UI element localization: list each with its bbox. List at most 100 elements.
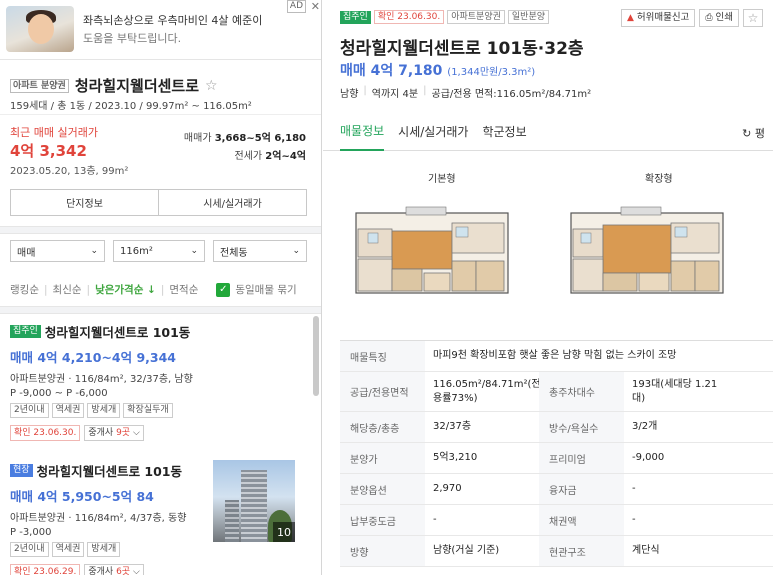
listing-chips: 2년이내 역세권 방세개: [10, 542, 210, 557]
listing-item[interactable]: 집주인 청라힐지웰더센트로 101동 매매 4억 4,210~4억 9,344 아…: [10, 321, 300, 441]
sale-price-label: 매매가: [183, 133, 212, 144]
table-row: 분양옵션 2,970 융자금 -: [340, 474, 773, 505]
ad-close-icon[interactable]: ✕: [311, 0, 320, 13]
feature-chip: 2년이내: [10, 542, 49, 557]
favorite-star-icon[interactable]: ☆: [205, 78, 218, 94]
tab-price[interactable]: 시세/실거래가: [398, 113, 468, 151]
complex-info-button[interactable]: 단지정보: [11, 190, 158, 215]
feature-chip: 역세권: [51, 403, 85, 418]
complex-type-badge: 아파트 분양권: [10, 78, 69, 93]
report-button[interactable]: ▲ 허위매물신고: [620, 9, 696, 27]
listing-premium: P -3,000: [10, 527, 52, 538]
confirm-date-badge: 확인 23.06.29.: [10, 564, 81, 575]
ad-thumbnail: [6, 6, 74, 52]
detail-actions: ▲ 허위매물신고 ⎙ 인쇄 ☆: [620, 9, 763, 27]
floorplan-extended-label: 확장형: [645, 174, 673, 185]
detail-tags: 집주인 확인 23.06.30. 아파트분양권 일반분양: [340, 10, 550, 24]
tab-school[interactable]: 학군정보: [482, 113, 526, 151]
floorplan-basic-label: 기본형: [428, 174, 456, 185]
complex-header: 아파트 분양권 청라힐지웰더센트로 ☆: [10, 75, 218, 96]
table-row: 공급/전용면적 116.05m²/84.71m²(전용률73%) 총주차대수 1…: [340, 372, 773, 412]
sort-latest[interactable]: 최신순: [53, 282, 82, 297]
complex-button-row: 단지정보 시세/실거래가: [10, 189, 307, 216]
trade-type-select[interactable]: 매매 ⌄: [10, 240, 105, 262]
feature-chip: 2년이내: [10, 403, 49, 418]
scrollbar-thumb[interactable]: [313, 316, 319, 396]
agent-count-button[interactable]: 중개사 6곳 ⌵: [84, 564, 144, 575]
recent-trade-date: 2023.05.20, 13층, 99m²: [10, 166, 129, 177]
type-tag: 아파트분양권: [447, 10, 505, 24]
sort-low-price[interactable]: 낮은가격순 ↓: [95, 282, 156, 297]
onsite-tag: 현장: [10, 464, 33, 477]
type-tag: 일반분양: [507, 10, 550, 24]
listing-panel: 좌측뇌손상으로 우측마비인 4살 예준이 도움을 부탁드립니다. AD ✕ 아파…: [0, 0, 322, 575]
favorite-star-icon[interactable]: ☆: [743, 9, 763, 27]
detail-price-unit: (1,344만원/3.3m²): [447, 67, 536, 78]
listing-premium: P -9,000 ~ P -6,000: [10, 388, 108, 399]
photo-count-badge: 10: [273, 522, 295, 542]
section-band: [0, 306, 321, 314]
same-listing-toggle-label[interactable]: 동일매물 묶기: [235, 282, 296, 297]
listing-price: 매매 4억 5,950~5억 84: [10, 489, 154, 504]
ad-banner[interactable]: 좌측뇌손상으로 우측마비인 4살 예준이 도움을 부탁드립니다. AD ✕: [0, 0, 321, 60]
lease-price-value: 2억~4억: [265, 151, 306, 162]
feature-chip: 역세권: [51, 542, 85, 557]
sort-area[interactable]: 면적순: [169, 282, 198, 297]
sort-ranking[interactable]: 랭킹순: [10, 282, 39, 297]
detail-tabs: 매물정보 시세/실거래가 학군정보: [323, 113, 773, 151]
filter-bar: 매매 ⌄ 116m² ⌄ 전체동 ⌄: [10, 240, 307, 262]
printer-icon: ⎙: [705, 13, 713, 23]
table-row: 납부중도금 - 채권액 -: [340, 505, 773, 536]
chevron-down-icon: ⌄: [292, 246, 300, 256]
complex-price-button[interactable]: 시세/실거래가: [158, 190, 306, 215]
recent-trade-label: 최근 매매 실거래가: [10, 126, 98, 139]
complex-name: 청라힐지웰더센트로: [74, 77, 200, 95]
feature-chip: 방세개: [87, 542, 121, 557]
complex-summary: 159세대 / 총 1동 / 2023.10 / 99.97m² ~ 116.0…: [10, 101, 252, 112]
listing-item[interactable]: 현장 청라힐지웰더센트로 101동 매매 4억 5,950~5억 84 아파트분양…: [10, 460, 210, 575]
tab-listing-info[interactable]: 매물정보: [340, 113, 385, 151]
table-row: 방향 남향(거실 기준) 현관구조 계단식: [340, 536, 773, 567]
chevron-down-icon: ⌄: [190, 246, 198, 256]
agent-count-button[interactable]: 중개사 9곳 ⌵: [84, 425, 144, 441]
unit-toggle-button[interactable]: ↻ 평: [742, 125, 765, 141]
siren-icon: ▲: [626, 13, 634, 23]
checkbox-checked-icon[interactable]: ✓: [216, 282, 231, 297]
table-row: 해당층/총층 32/37층 방수/욕실수 3/2개: [340, 412, 773, 443]
listing-photo[interactable]: 10: [213, 460, 295, 542]
ad-text-line2: 도움을 부탁드립니다.: [83, 32, 182, 45]
detail-title: 청라힐지웰더센트로 101동·32층: [340, 39, 584, 59]
chevron-down-icon: ⌄: [90, 246, 98, 256]
dong-select[interactable]: 전체동 ⌄: [213, 240, 307, 262]
listing-desc: 아파트분양권 · 116/84m², 4/37층, 동향: [10, 513, 187, 524]
sale-price-value: 3,668~5억 6,180: [214, 133, 306, 144]
owner-tag: 집주인: [10, 325, 41, 338]
lease-price-label: 전세가: [234, 151, 263, 162]
ad-badge: AD: [286, 0, 306, 13]
table-row: 매물특징 마피9천 확장비포함 햇살 좋은 남향 막힘 없는 스카이 조망: [340, 341, 773, 372]
feature-chip: 확장실두개: [123, 403, 173, 418]
confirm-date-badge: 확인 23.06.30.: [373, 10, 445, 24]
detail-price: 매매 4억 7,180 (1,344만원/3.3m²): [340, 63, 536, 79]
feature-chip: 방세개: [87, 403, 121, 418]
detail-info: 남향 | 역까지 4분 | 공급/전용 면적:116.05m²/84.71m²: [340, 85, 592, 100]
floorplan-extended-image[interactable]: [563, 203, 731, 299]
table-row: 분양가 5억3,210 프리미엄 -9,000: [340, 443, 773, 474]
listing-price: 매매 4억 4,210~4억 9,344: [10, 350, 177, 365]
floorplan-basic-image[interactable]: [348, 203, 516, 299]
section-band: [0, 226, 321, 234]
print-button[interactable]: ⎙ 인쇄: [699, 9, 739, 27]
ad-text-line1: 좌측뇌손상으로 우측마비인 4살 예준이: [83, 14, 263, 27]
listing-title: 청라힐지웰더센트로 101동: [36, 464, 183, 479]
listing-title: 청라힐지웰더센트로 101동: [44, 325, 191, 340]
confirm-date-badge: 확인 23.06.30.: [10, 425, 81, 441]
recent-trade-price: 4억 3,342: [10, 142, 87, 160]
divider: [0, 114, 321, 115]
sort-bar: 랭킹순 | 최신순 | 낮은가격순 ↓ | 면적순 ✓ 동일매물 묶기: [10, 282, 297, 297]
listing-detail-table: 매물특징 마피9천 확장비포함 햇살 좋은 남향 막힘 없는 스카이 조망 공급…: [340, 340, 773, 567]
listing-chips: 2년이내 역세권 방세개 확장실두개: [10, 403, 300, 418]
area-select[interactable]: 116m² ⌄: [113, 240, 205, 262]
detail-panel: 집주인 확인 23.06.30. 아파트분양권 일반분양 ▲ 허위매물신고 ⎙ 인쇄…: [323, 0, 773, 575]
listing-desc: 아파트분양권 · 116/84m², 32/37층, 남향: [10, 374, 193, 385]
price-summary: 매매가 3,668~5억 6,180 전세가 2억~4억: [184, 130, 306, 166]
